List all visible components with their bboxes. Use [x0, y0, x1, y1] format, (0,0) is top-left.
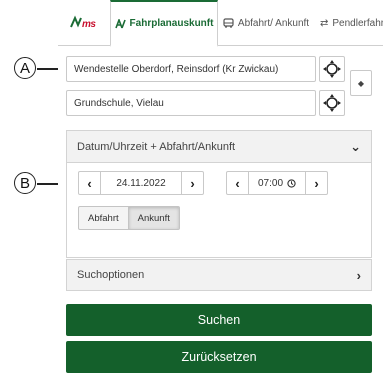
- tab-abfahrt-ankunft-label: Abfahrt/ Ankunft: [237, 17, 310, 29]
- vms-logo: ms: [70, 15, 98, 32]
- date-field[interactable]: 24.11.2022: [101, 172, 181, 194]
- swap-stations-button[interactable]: ◆: [350, 70, 372, 96]
- date-next-button[interactable]: ›: [181, 172, 203, 194]
- time-field[interactable]: 07:00: [249, 172, 305, 194]
- date-prev-button[interactable]: ‹: [79, 172, 101, 194]
- time-next-button[interactable]: ›: [305, 172, 327, 194]
- chevron-down-icon: ⌄: [350, 138, 361, 154]
- swap-icon: ◆: [357, 78, 365, 88]
- annotation-b: B: [14, 172, 36, 194]
- tab-pendlerfahrplan[interactable]: ⇄ Pendlerfahr: [314, 0, 383, 46]
- tab-fahrplanauskunft[interactable]: Fahrplanauskunft: [110, 0, 218, 47]
- tab-abfahrt-ankunft[interactable]: Abfahrt/ Ankunft: [218, 0, 314, 46]
- from-locate-button[interactable]: [319, 56, 345, 82]
- vms-logo-icon: ms: [70, 15, 97, 30]
- reset-button-label: Zurücksetzen: [181, 350, 257, 364]
- crosshair-icon: [323, 94, 341, 112]
- to-station-value: Grundschule, Vielau: [74, 97, 164, 109]
- arrival-label: Ankunft: [137, 212, 170, 224]
- arrival-option[interactable]: Ankunft: [128, 206, 180, 230]
- search-button[interactable]: Suchen: [66, 304, 372, 336]
- search-options-header[interactable]: Suchoptionen ›: [67, 260, 371, 290]
- search-options-panel[interactable]: Suchoptionen ›: [66, 259, 372, 291]
- to-station-input[interactable]: Grundschule, Vielau: [66, 90, 316, 116]
- tab-bar: ms Fahrplanauskunft Abfahrt/ Ankunft ⇄ P…: [58, 0, 383, 47]
- route-icon: [114, 18, 126, 28]
- annotation-a: A: [14, 57, 36, 79]
- clock-icon: [287, 178, 296, 188]
- journey-planner: ms Fahrplanauskunft Abfahrt/ Ankunft ⇄ P…: [58, 0, 383, 376]
- departure-arrival-toggle: Abfahrt Ankunft: [78, 206, 180, 230]
- bus-icon: [223, 18, 234, 28]
- from-station-value: Wendestelle Oberdorf, Reinsdorf (Kr Zwic…: [74, 63, 279, 75]
- tab-pendlerfahrplan-label: Pendlerfahr: [332, 17, 383, 29]
- date-stepper: ‹ 24.11.2022 ›: [78, 171, 204, 195]
- tab-logo[interactable]: ms: [58, 0, 110, 46]
- departure-label: Abfahrt: [88, 212, 119, 224]
- time-prev-button[interactable]: ‹: [227, 172, 249, 194]
- search-button-label: Suchen: [197, 313, 241, 327]
- search-options-label: Suchoptionen: [77, 269, 145, 281]
- chevron-right-icon: ›: [356, 267, 361, 283]
- datetime-panel-header[interactable]: Datum/Uhrzeit + Abfahrt/Ankunft ⌄: [67, 131, 371, 163]
- crosshair-icon: [323, 60, 341, 78]
- tab-fahrplanauskunft-label: Fahrplanauskunft: [129, 18, 214, 29]
- datetime-panel-title: Datum/Uhrzeit + Abfahrt/Ankunft: [77, 140, 236, 153]
- from-station-input[interactable]: Wendestelle Oberdorf, Reinsdorf (Kr Zwic…: [66, 56, 316, 82]
- date-value: 24.11.2022: [116, 177, 166, 189]
- repeat-icon: ⇄: [320, 17, 329, 29]
- time-value: 07:00: [257, 177, 284, 189]
- to-locate-button[interactable]: [319, 90, 345, 116]
- time-stepper: ‹ 07:00 ›: [226, 171, 328, 195]
- departure-option[interactable]: Abfahrt: [78, 206, 129, 230]
- reset-button[interactable]: Zurücksetzen: [66, 341, 372, 373]
- svg-text:ms: ms: [82, 19, 96, 29]
